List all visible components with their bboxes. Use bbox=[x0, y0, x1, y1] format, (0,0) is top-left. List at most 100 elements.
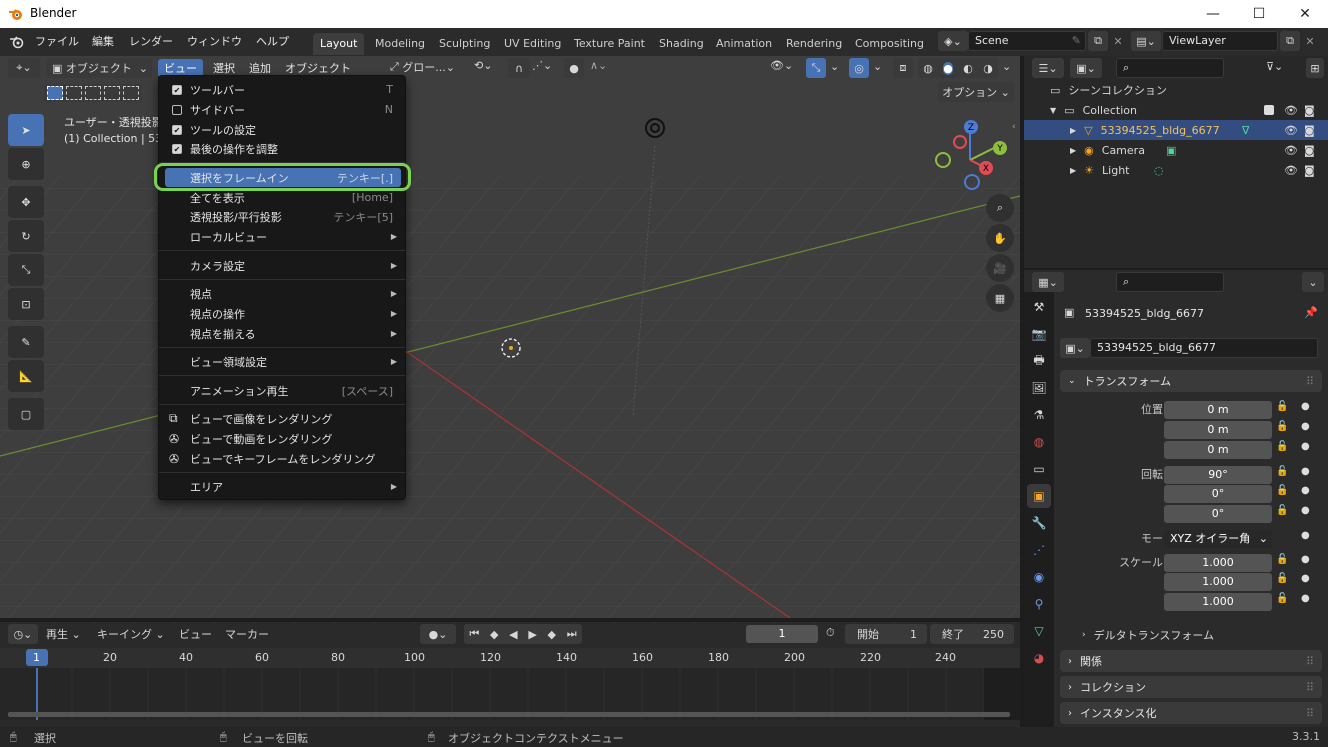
measure-tool-button[interactable]: 📐 bbox=[8, 360, 44, 392]
lock-icon[interactable]: 🔓 bbox=[1276, 573, 1288, 584]
snap-target-dropdown[interactable]: ⋰⌄ bbox=[532, 59, 552, 72]
tab-sculpting[interactable]: Sculpting bbox=[432, 33, 497, 55]
location-x-field[interactable]: 0 m bbox=[1164, 401, 1272, 419]
annotate-tool-button[interactable]: ✎ bbox=[8, 326, 44, 358]
collection-tab[interactable]: ▭ bbox=[1027, 457, 1051, 481]
material-tab[interactable]: ◕ bbox=[1027, 646, 1051, 670]
timeline-editor-type-button[interactable]: ◷⌄ bbox=[8, 624, 38, 644]
relations-panel-header[interactable]: › 関係 ⠿ bbox=[1060, 650, 1322, 672]
menu-item-viewport-render-image[interactable]: ⧉ ビューで画像をレンダリング bbox=[165, 409, 401, 428]
keyframe-dot-icon[interactable]: ● bbox=[1301, 466, 1310, 477]
menu-item-viewpoint[interactable]: 視点 ▶ bbox=[165, 284, 401, 303]
menu-item-viewport-render-keyframes[interactable]: ✇ ビューでキーフレームをレンダリング bbox=[165, 449, 401, 468]
eye-icon[interactable]: 👁 bbox=[1284, 104, 1298, 117]
scale-y-field[interactable]: 1.000 bbox=[1164, 573, 1272, 591]
new-scene-button[interactable]: ⧉ bbox=[1088, 31, 1108, 51]
keyframe-dot-icon[interactable]: ● bbox=[1301, 530, 1310, 541]
menu-item-area[interactable]: エリア ▶ bbox=[165, 477, 401, 496]
outliner-row-light[interactable]: ▶ ☀ Light ◌ 👁 ◙ bbox=[1024, 160, 1328, 180]
tab-shading[interactable]: Shading bbox=[652, 33, 711, 55]
pivot-dropdown[interactable]: ⟲⌄ bbox=[474, 59, 492, 72]
menu-window[interactable]: ウィンドウ bbox=[187, 33, 242, 49]
view-layer-tab[interactable]: 🖼 bbox=[1027, 376, 1051, 400]
solid-shading-icon[interactable]: ● bbox=[943, 61, 953, 75]
chevron-down-icon[interactable]: ⌄ bbox=[873, 60, 882, 73]
eye-icon[interactable]: 👁 bbox=[1284, 144, 1298, 157]
zoom-button[interactable]: ⌕ bbox=[986, 194, 1014, 222]
menu-item-cameras[interactable]: カメラ設定 ▶ bbox=[165, 256, 401, 275]
lock-icon[interactable]: 🔓 bbox=[1276, 401, 1288, 412]
new-viewlayer-button[interactable]: ⧉ bbox=[1280, 31, 1300, 51]
lock-icon[interactable]: 🔓 bbox=[1276, 485, 1288, 496]
modifier-tab[interactable]: 🔧 bbox=[1027, 511, 1051, 535]
menu-item-local-view[interactable]: ローカルビュー ▶ bbox=[165, 227, 401, 246]
camera-render-icon[interactable]: ◙ bbox=[1304, 144, 1315, 157]
particles-tab[interactable]: ⋰ bbox=[1027, 538, 1051, 562]
chevron-down-icon[interactable]: ⌄ bbox=[830, 60, 839, 73]
stopwatch-icon[interactable]: ⏱ bbox=[826, 626, 835, 640]
blender-menu-icon[interactable] bbox=[9, 35, 25, 49]
scale-z-field[interactable]: 1.000 bbox=[1164, 593, 1272, 611]
eye-icon[interactable]: 👁 bbox=[1284, 164, 1298, 177]
eye-icon[interactable]: 👁 bbox=[1284, 124, 1298, 137]
sidebar-toggle-icon[interactable]: ‹ bbox=[1012, 122, 1016, 132]
lock-icon[interactable]: 🔓 bbox=[1276, 421, 1288, 432]
camera-render-icon[interactable]: ◙ bbox=[1304, 124, 1315, 137]
checkbox-checked-icon[interactable]: ✔ bbox=[172, 124, 182, 135]
tab-animation[interactable]: Animation bbox=[709, 33, 779, 55]
outliner-search-input[interactable]: ⌕ bbox=[1116, 58, 1224, 78]
keyframe-dot-icon[interactable]: ● bbox=[1301, 573, 1310, 584]
checkbox-unchecked-icon[interactable] bbox=[172, 104, 182, 115]
scene-tab[interactable]: ⚗ bbox=[1027, 403, 1051, 427]
scene-name-field[interactable]: Scene ✎ bbox=[968, 31, 1086, 51]
xray-toggle[interactable]: ⧈ bbox=[893, 58, 913, 78]
falloff-dropdown[interactable]: ∧⌄ bbox=[590, 59, 607, 72]
tab-uv-editing[interactable]: UV Editing bbox=[497, 33, 568, 55]
play-icon[interactable]: ▶ bbox=[528, 628, 536, 641]
keyframe-dot-icon[interactable]: ● bbox=[1301, 554, 1310, 565]
transform-tool-button[interactable]: ⊡ bbox=[8, 288, 44, 320]
rotation-mode-dropdown[interactable]: XYZ オイラー角 ⌄ bbox=[1164, 530, 1272, 548]
pin-icon[interactable]: 📌 bbox=[1304, 306, 1318, 319]
menu-item-navigation[interactable]: 視点の操作 ▶ bbox=[165, 304, 401, 323]
auto-keying-toggle[interactable]: ●⌄ bbox=[420, 624, 456, 644]
keyframe-dot-icon[interactable]: ● bbox=[1301, 485, 1310, 496]
outliner-row-scene-collection[interactable]: ▭ シーンコレクション bbox=[1024, 80, 1328, 100]
tool-tab[interactable]: ⚒ bbox=[1027, 295, 1051, 319]
end-frame-field[interactable]: 終了 250 bbox=[930, 624, 1014, 644]
overlay-toggle[interactable]: ◎ bbox=[849, 58, 869, 78]
keyframe-dot-icon[interactable]: ● bbox=[1301, 421, 1310, 432]
jump-start-icon[interactable]: ⏮ bbox=[469, 627, 479, 641]
expand-right-icon[interactable]: ▶ bbox=[1070, 126, 1076, 135]
scale-x-field[interactable]: 1.000 bbox=[1164, 554, 1272, 572]
pan-button[interactable]: ✋ bbox=[986, 224, 1014, 252]
viewlayer-name-field[interactable]: ViewLayer bbox=[1162, 31, 1278, 51]
menu-edit[interactable]: 編集 bbox=[92, 33, 114, 49]
properties-search-input[interactable]: ⌕ bbox=[1116, 272, 1224, 292]
play-reverse-icon[interactable]: ◀ bbox=[509, 628, 517, 641]
pin-icon[interactable]: ✎ bbox=[1072, 34, 1081, 47]
new-collection-button[interactable]: ⊞ bbox=[1306, 58, 1324, 78]
camera-render-icon[interactable]: ◙ bbox=[1304, 104, 1315, 117]
rotate-tool-button[interactable]: ↻ bbox=[8, 220, 44, 252]
prev-keyframe-icon[interactable]: ◆ bbox=[490, 628, 498, 641]
minimize-button[interactable]: — bbox=[1190, 0, 1236, 28]
select-invert-icon[interactable] bbox=[104, 86, 120, 100]
drag-handle-icon[interactable]: ⠿ bbox=[1306, 681, 1314, 694]
expand-down-icon[interactable]: ▼ bbox=[1050, 106, 1056, 115]
rotation-z-field[interactable]: 0° bbox=[1164, 505, 1272, 523]
menu-item-sidebar[interactable]: サイドバー N bbox=[165, 100, 401, 119]
data-tab[interactable]: ▽ bbox=[1027, 619, 1051, 643]
ortho-toggle-button[interactable]: ▦ bbox=[986, 284, 1014, 312]
properties-editor-type-button[interactable]: ▦⌄ bbox=[1032, 272, 1064, 292]
checkbox-checked-icon[interactable]: ✔ bbox=[172, 84, 182, 95]
move-tool-button[interactable]: ✥ bbox=[8, 186, 44, 218]
menu-item-align-view[interactable]: 視点を揃える ▶ bbox=[165, 324, 401, 343]
snap-toggle[interactable]: ∩ bbox=[508, 58, 530, 78]
outliner-editor-type-button[interactable]: ☰⌄ bbox=[1032, 58, 1064, 78]
drag-handle-icon[interactable]: ⠿ bbox=[1306, 655, 1314, 668]
close-button[interactable]: ✕ bbox=[1282, 0, 1328, 28]
display-mode-button[interactable]: ▣⌄ bbox=[1070, 58, 1102, 78]
lock-icon[interactable]: 🔓 bbox=[1276, 505, 1288, 516]
object-tab[interactable]: ▣ bbox=[1027, 484, 1051, 508]
